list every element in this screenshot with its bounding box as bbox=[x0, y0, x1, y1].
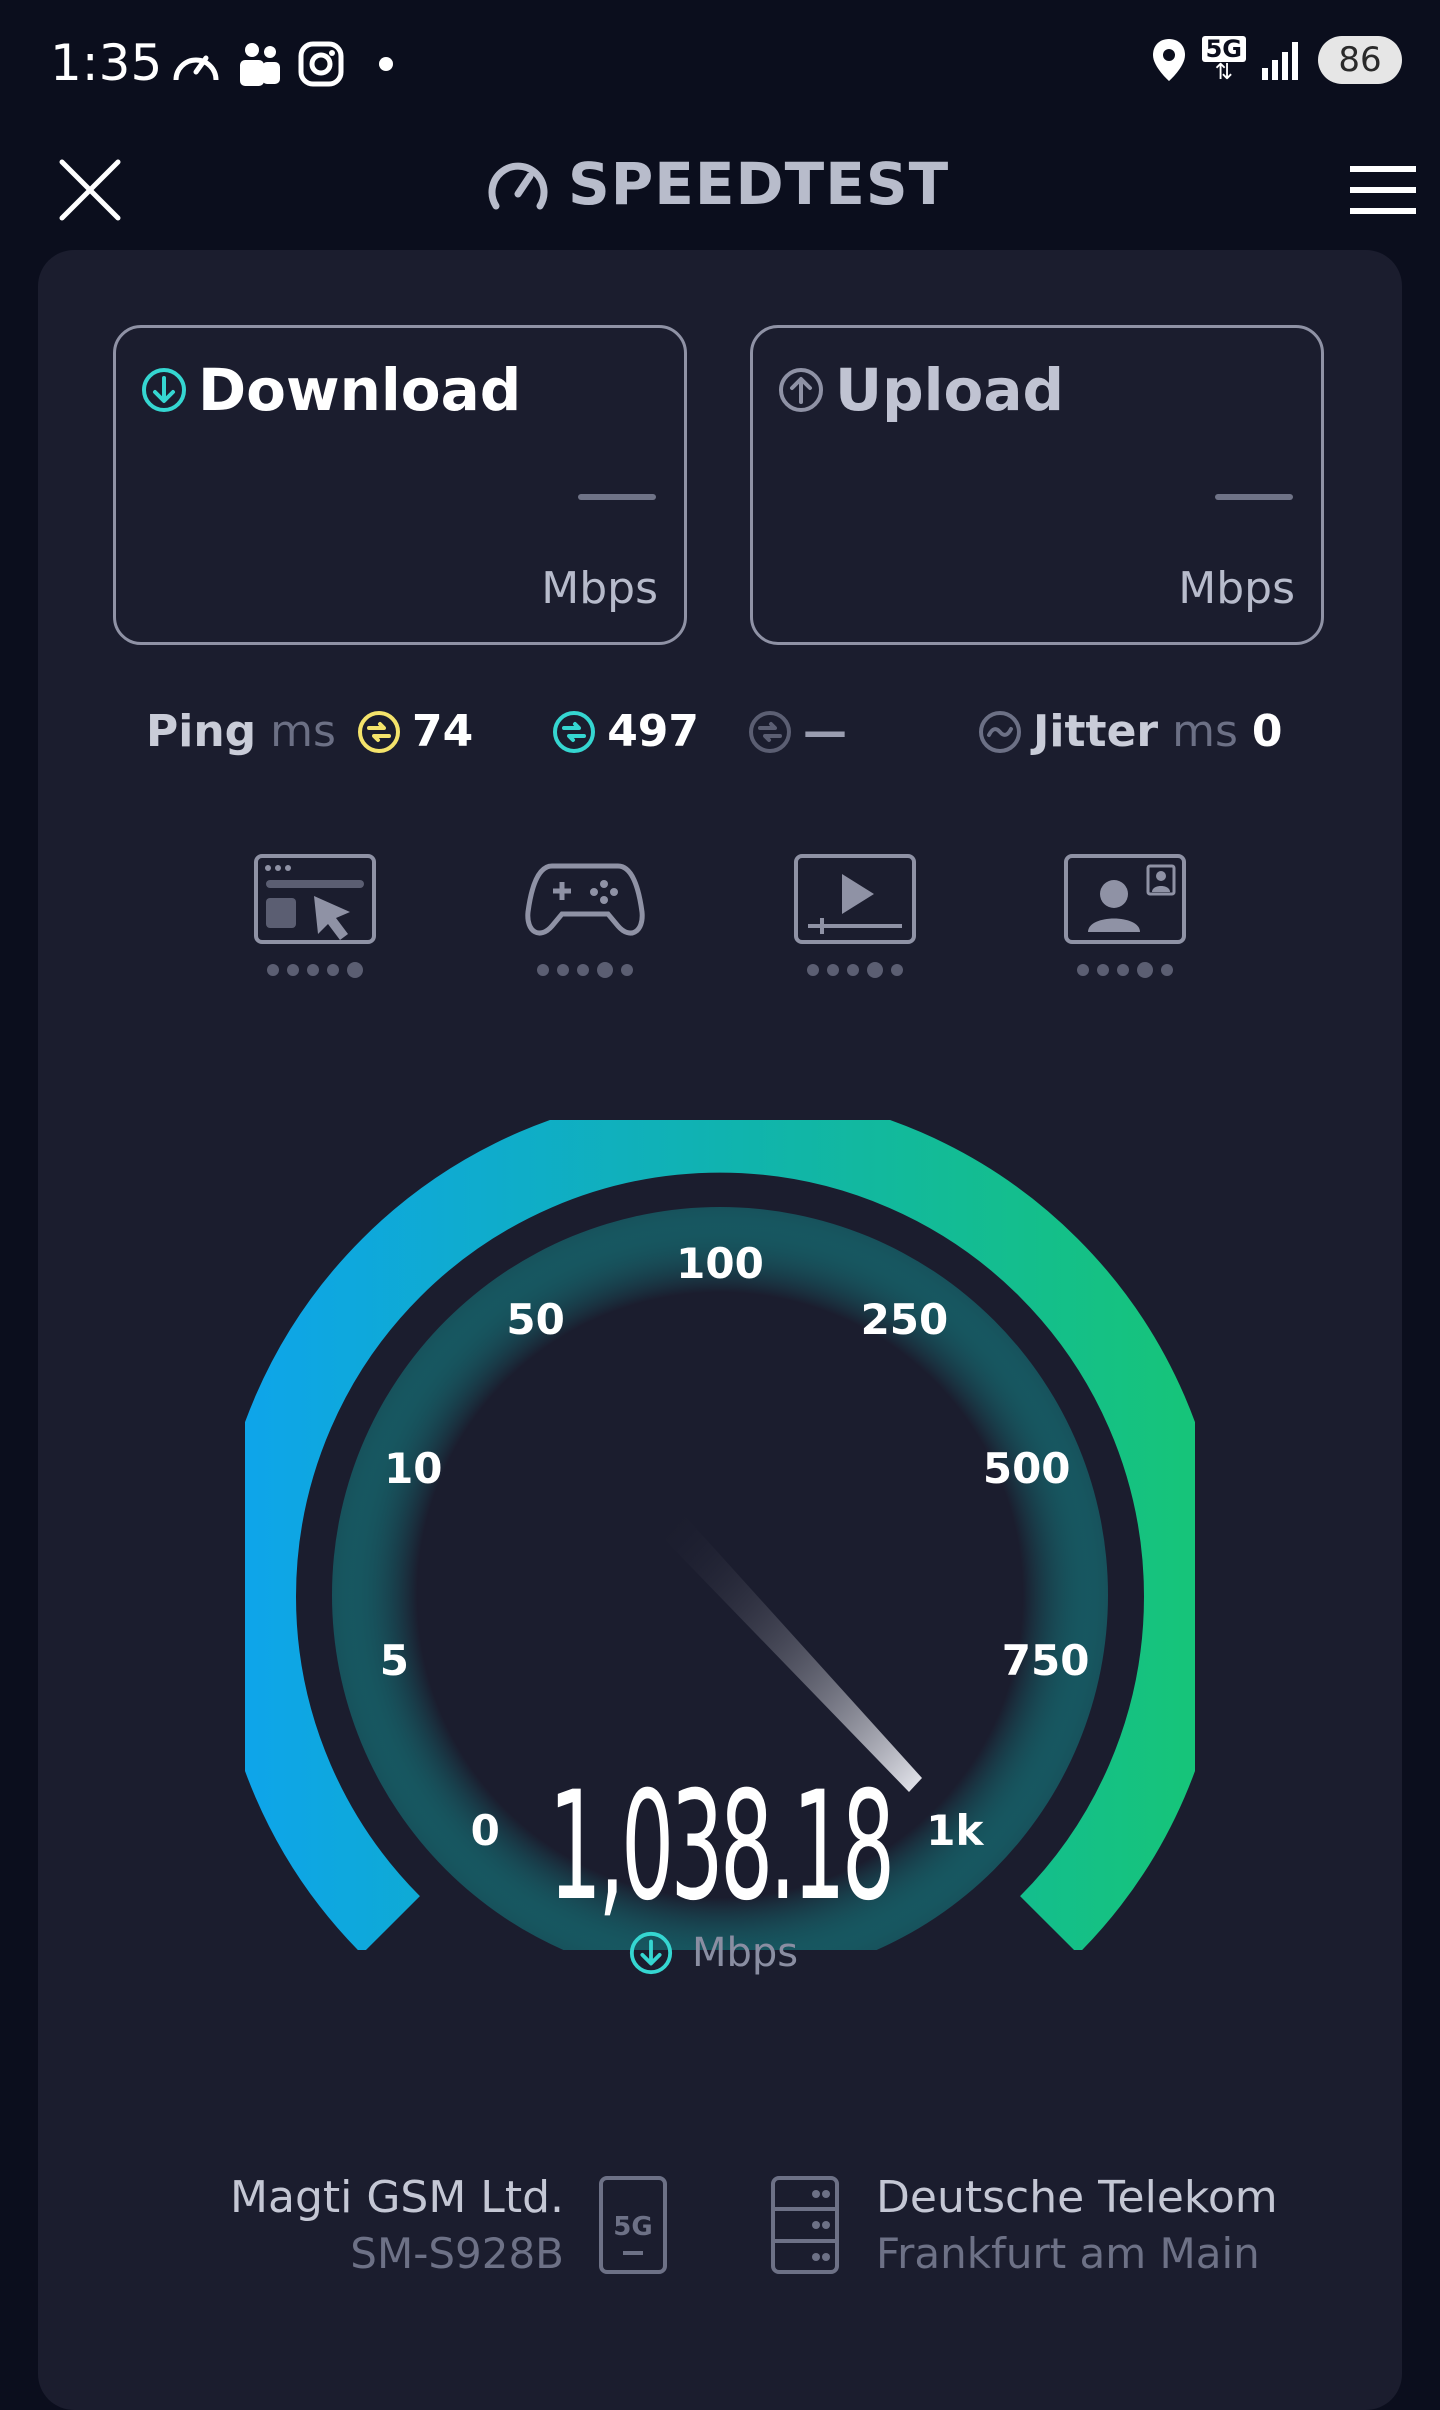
gauge-tick-label: 10 bbox=[384, 1444, 442, 1493]
sim-5g-icon: 5G bbox=[599, 2176, 667, 2274]
jitter-label: Jitter bbox=[1033, 706, 1159, 757]
ping-label: Ping bbox=[146, 706, 257, 757]
web-browsing-rating[interactable] bbox=[252, 852, 378, 982]
status-icons-right: 5G ⇅ 86 bbox=[1150, 36, 1402, 84]
gauge-tick-label: 250 bbox=[861, 1295, 949, 1344]
sim-network-badge: 5G bbox=[613, 2212, 652, 2242]
dot-icon bbox=[379, 57, 393, 71]
gaming-icon bbox=[525, 863, 645, 936]
status-time: 1:35 bbox=[50, 34, 163, 92]
rating-dot bbox=[327, 964, 339, 976]
jitter-icon bbox=[979, 710, 1022, 753]
video-call-rating[interactable] bbox=[1062, 852, 1188, 982]
rating-dot bbox=[1077, 964, 1089, 976]
upload-unit: Mbps bbox=[1178, 563, 1295, 614]
gaming-dots bbox=[522, 962, 648, 978]
rating-dot bbox=[621, 964, 633, 976]
gaming-rating[interactable] bbox=[522, 852, 648, 982]
close-button[interactable] bbox=[58, 158, 122, 222]
speed-unit: Mbps bbox=[692, 1930, 799, 1976]
rating-dot bbox=[1137, 962, 1153, 978]
rating-dot bbox=[597, 962, 613, 978]
server-city: Frankfurt am Main bbox=[876, 2229, 1260, 2278]
rating-dot bbox=[807, 964, 819, 976]
idle-ping-value: 74 bbox=[411, 706, 474, 757]
download-title: Download bbox=[198, 356, 522, 424]
server-icon bbox=[771, 2176, 839, 2274]
rating-dot bbox=[287, 964, 299, 976]
instagram-icon bbox=[298, 41, 344, 87]
gauge-tick-label: 0 bbox=[471, 1806, 500, 1855]
rating-dot bbox=[307, 964, 319, 976]
video-streaming-icon bbox=[794, 854, 916, 944]
speed-value: 1,038.18 bbox=[548, 1760, 895, 1934]
rating-dot bbox=[267, 964, 279, 976]
jitter-unit: ms bbox=[1172, 706, 1238, 757]
download-card: Download Mbps bbox=[113, 325, 687, 645]
network-type: 5G bbox=[1201, 36, 1246, 62]
ping-unit: ms bbox=[270, 706, 336, 757]
gauge-tick-label: 5 bbox=[380, 1636, 409, 1685]
download-title-row: Download bbox=[140, 356, 521, 424]
rating-dot bbox=[1117, 964, 1129, 976]
speed-unit-row: Mbps bbox=[628, 1930, 798, 1976]
device-model: SM-S928B bbox=[350, 2229, 564, 2278]
rating-dot bbox=[577, 964, 589, 976]
web-browsing-dots bbox=[252, 962, 378, 978]
ping-row: Ping ms 74 497 — Jitter ms 0 bbox=[146, 706, 1283, 757]
rating-dot bbox=[347, 962, 363, 978]
gauge-tick-label: 100 bbox=[676, 1239, 764, 1288]
gauge-tick-label: 750 bbox=[1002, 1636, 1090, 1685]
video-call-dots bbox=[1062, 962, 1188, 978]
upload-arrow-icon bbox=[779, 368, 823, 412]
speedometer-icon bbox=[173, 55, 219, 81]
gauge-tick-label: 500 bbox=[983, 1444, 1071, 1493]
teams-icon bbox=[240, 43, 280, 86]
provider-name: Magti GSM Ltd. bbox=[230, 2172, 564, 2223]
server-name: Deutsche Telekom bbox=[876, 2172, 1278, 2223]
rating-dot bbox=[867, 962, 883, 978]
download-value-placeholder bbox=[578, 494, 656, 500]
rating-dot bbox=[847, 964, 859, 976]
rating-dot bbox=[827, 964, 839, 976]
speedtest-logo-icon bbox=[488, 162, 548, 210]
jitter-value: 0 bbox=[1251, 706, 1283, 757]
rating-dot bbox=[1161, 964, 1173, 976]
gauge-tick-label: 50 bbox=[506, 1295, 564, 1344]
rating-dot bbox=[557, 964, 569, 976]
upload-title-row: Upload bbox=[777, 356, 1064, 424]
5g-icon: 5G ⇅ bbox=[1201, 36, 1246, 84]
download-unit: Mbps bbox=[541, 563, 658, 614]
download-ping-icon bbox=[553, 710, 596, 753]
download-ping-value: 497 bbox=[607, 706, 700, 757]
status-icons-left bbox=[170, 40, 398, 88]
web-browsing-icon bbox=[254, 854, 376, 944]
rating-dot bbox=[891, 964, 903, 976]
video-call-icon bbox=[1064, 854, 1186, 944]
upload-ping-icon bbox=[749, 710, 792, 753]
app-title: SPEEDTEST bbox=[568, 150, 950, 218]
idle-ping-icon bbox=[357, 710, 400, 753]
hamburger-menu-button[interactable] bbox=[1348, 162, 1418, 218]
download-arrow-icon bbox=[142, 368, 186, 412]
signal-icon bbox=[1262, 42, 1298, 80]
gauge-tick-label: 1k bbox=[926, 1806, 984, 1855]
rating-dot bbox=[537, 964, 549, 976]
download-direction-icon bbox=[629, 1931, 673, 1975]
upload-card: Upload Mbps bbox=[750, 325, 1324, 645]
provider-info[interactable]: Magti GSM Ltd. SM-S928B bbox=[230, 2172, 564, 2278]
upload-value-placeholder bbox=[1215, 494, 1293, 500]
video-streaming-rating[interactable] bbox=[792, 852, 918, 982]
video-streaming-dots bbox=[792, 962, 918, 978]
upload-title: Upload bbox=[835, 356, 1064, 424]
upload-ping-value: — bbox=[803, 706, 848, 757]
location-icon bbox=[1152, 39, 1185, 81]
server-info[interactable]: Deutsche Telekom Frankfurt am Main bbox=[876, 2172, 1278, 2278]
battery-icon: 86 bbox=[1318, 36, 1402, 84]
rating-dot bbox=[1097, 964, 1109, 976]
app-brand: SPEEDTEST bbox=[486, 150, 949, 218]
